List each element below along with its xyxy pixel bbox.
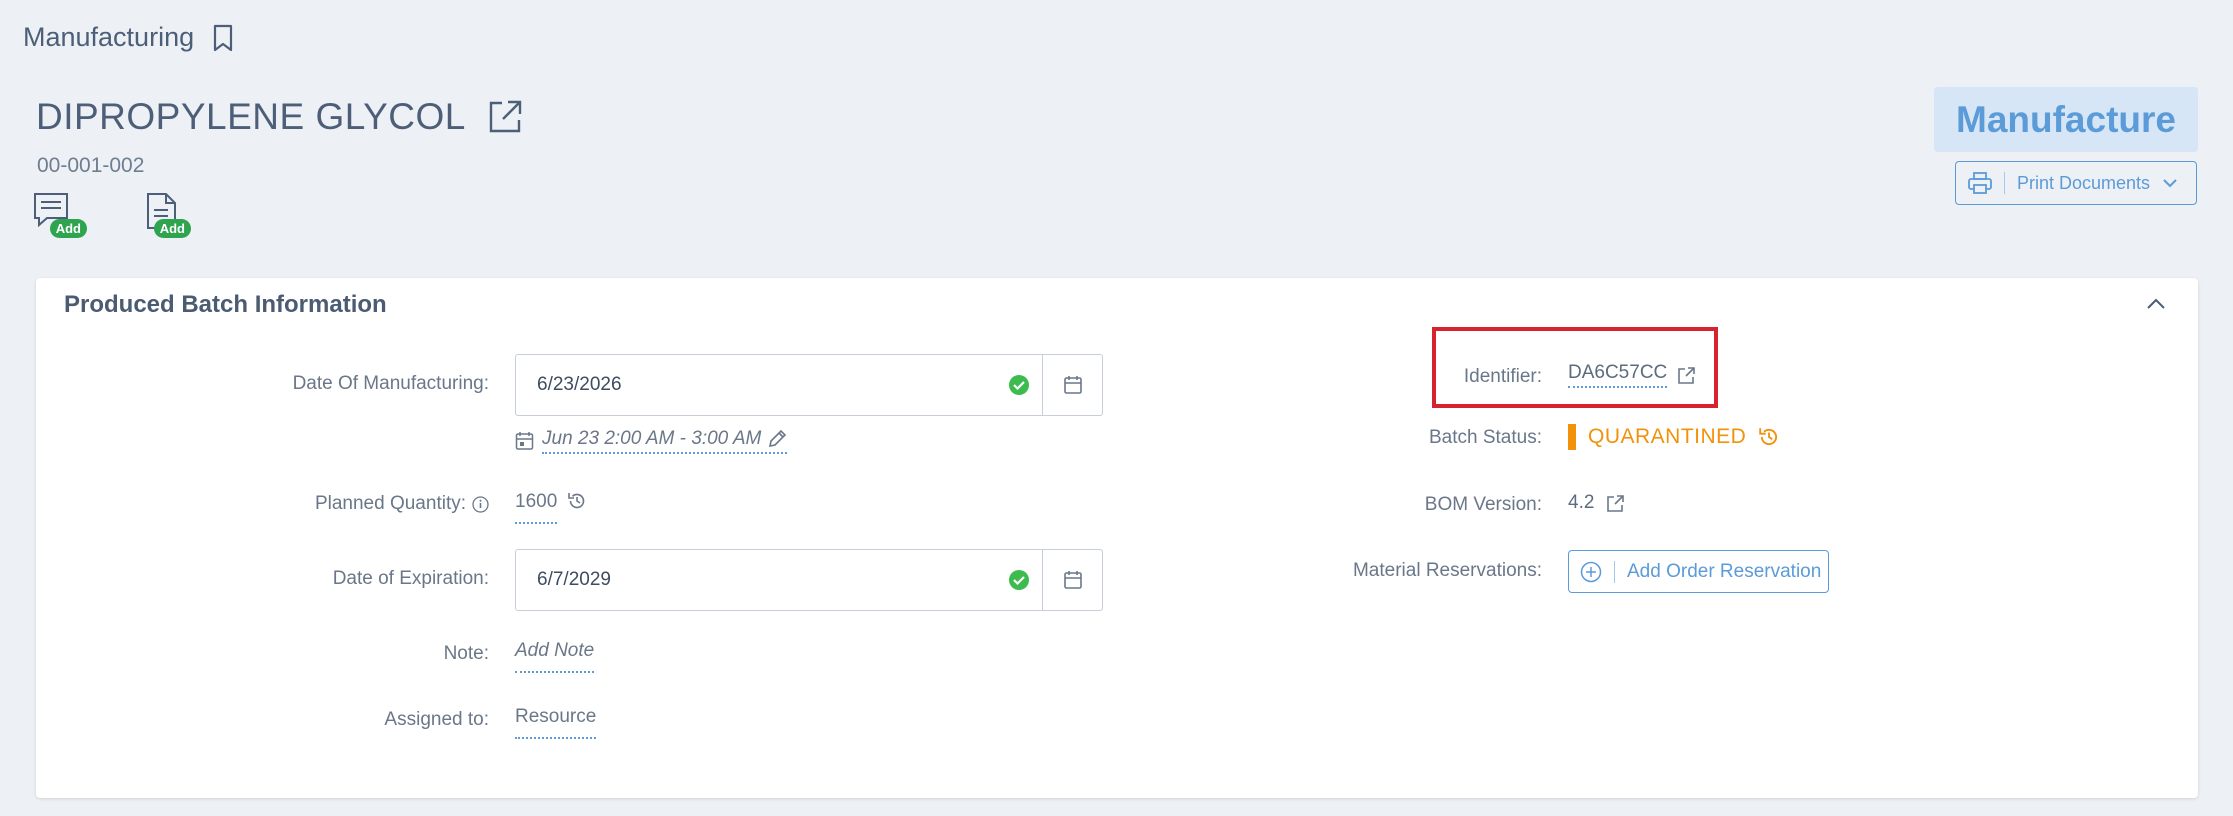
add-actions: Add Add: [33, 192, 191, 238]
open-external-icon[interactable]: [1677, 366, 1696, 385]
history-icon[interactable]: [567, 491, 587, 511]
planned-quantity-label-row: Planned Quantity:: [29, 493, 489, 515]
chevron-up-icon[interactable]: [2146, 298, 2166, 310]
identifier: DA6C57CC: [1568, 362, 1696, 388]
print-documents-button[interactable]: Print Documents: [1955, 161, 2197, 205]
card-title: Produced Batch Information: [64, 291, 387, 318]
time-slot-link[interactable]: Jun 23 2:00 AM - 3:00 AM: [542, 428, 788, 454]
identifier-label: Identifier:: [1463, 366, 1542, 387]
bookmark-icon[interactable]: [212, 24, 234, 52]
planned-quantity-value[interactable]: 1600: [515, 491, 558, 524]
page-title: DIPROPYLENE GLYCOL: [36, 96, 466, 137]
info-icon[interactable]: [472, 495, 489, 513]
printer-icon: [1968, 172, 1992, 194]
divider: [1614, 560, 1615, 583]
add-badge: Add: [153, 219, 191, 238]
date-manufacturing-label: Date Of Manufacturing:: [292, 373, 489, 394]
open-external-icon[interactable]: [1606, 494, 1625, 513]
open-external-icon[interactable]: [486, 98, 524, 136]
date-expiration-value: 6/7/2029: [537, 569, 611, 590]
calendar-icon: [1063, 376, 1082, 394]
batch-status: QUARANTINED: [1568, 424, 1780, 450]
check-circle-icon: [1008, 569, 1030, 591]
breadcrumb-label: Manufacturing: [23, 22, 195, 52]
print-documents-label: Print Documents: [2017, 172, 2151, 193]
add-order-reservation-label: Add Order Reservation: [1627, 560, 1822, 582]
calendar-icon: [1063, 571, 1082, 589]
manufacture-button[interactable]: Manufacture: [1934, 87, 2198, 152]
add-document-button[interactable]: Add: [137, 192, 191, 238]
material-reservations-label: Material Reservations:: [1352, 560, 1542, 581]
breadcrumb: Manufacturing: [23, 22, 234, 53]
check-circle-icon: [1008, 374, 1030, 396]
batch-status-label: Batch Status:: [1428, 427, 1542, 448]
add-note-button[interactable]: Add: [33, 192, 87, 238]
bom-version: 4.2: [1568, 492, 1625, 514]
batch-status-value: QUARANTINED: [1588, 425, 1747, 448]
date-expiration-label: Date of Expiration:: [332, 568, 489, 589]
chevron-down-icon: [2162, 178, 2178, 188]
date-manufacturing-field[interactable]: 6/23/2026: [515, 354, 1103, 416]
add-order-reservation-button[interactable]: Add Order Reservation: [1568, 550, 1829, 593]
status-indicator: [1568, 424, 1576, 450]
add-badge: Add: [49, 219, 87, 238]
planned-quantity-label: Planned Quantity:: [314, 493, 466, 514]
title-row: DIPROPYLENE GLYCOL: [36, 96, 524, 138]
assigned-to-label: Assigned to:: [384, 709, 489, 730]
plus-circle-icon: [1580, 561, 1602, 583]
product-code: 00-001-002: [37, 154, 145, 177]
pencil-icon: [767, 429, 787, 449]
bom-version-label: BOM Version:: [1424, 494, 1542, 515]
time-slot-text: Jun 23 2:00 AM - 3:00 AM: [542, 428, 762, 449]
date-expiration-field[interactable]: 6/7/2029: [515, 549, 1103, 611]
planned-quantity: 1600: [515, 491, 587, 524]
identifier-value[interactable]: DA6C57CC: [1568, 362, 1668, 388]
calendar-small-icon: [515, 431, 534, 451]
date-manufacturing-value: 6/23/2026: [537, 374, 622, 395]
time-slot[interactable]: Jun 23 2:00 AM - 3:00 AM: [515, 428, 788, 454]
divider: [2004, 172, 2005, 194]
history-icon[interactable]: [1758, 426, 1780, 448]
bom-version-value: 4.2: [1568, 492, 1595, 513]
assigned-to-value[interactable]: Resource: [515, 706, 597, 739]
add-note-link[interactable]: Add Note: [515, 640, 595, 673]
note-label: Note:: [443, 643, 489, 664]
